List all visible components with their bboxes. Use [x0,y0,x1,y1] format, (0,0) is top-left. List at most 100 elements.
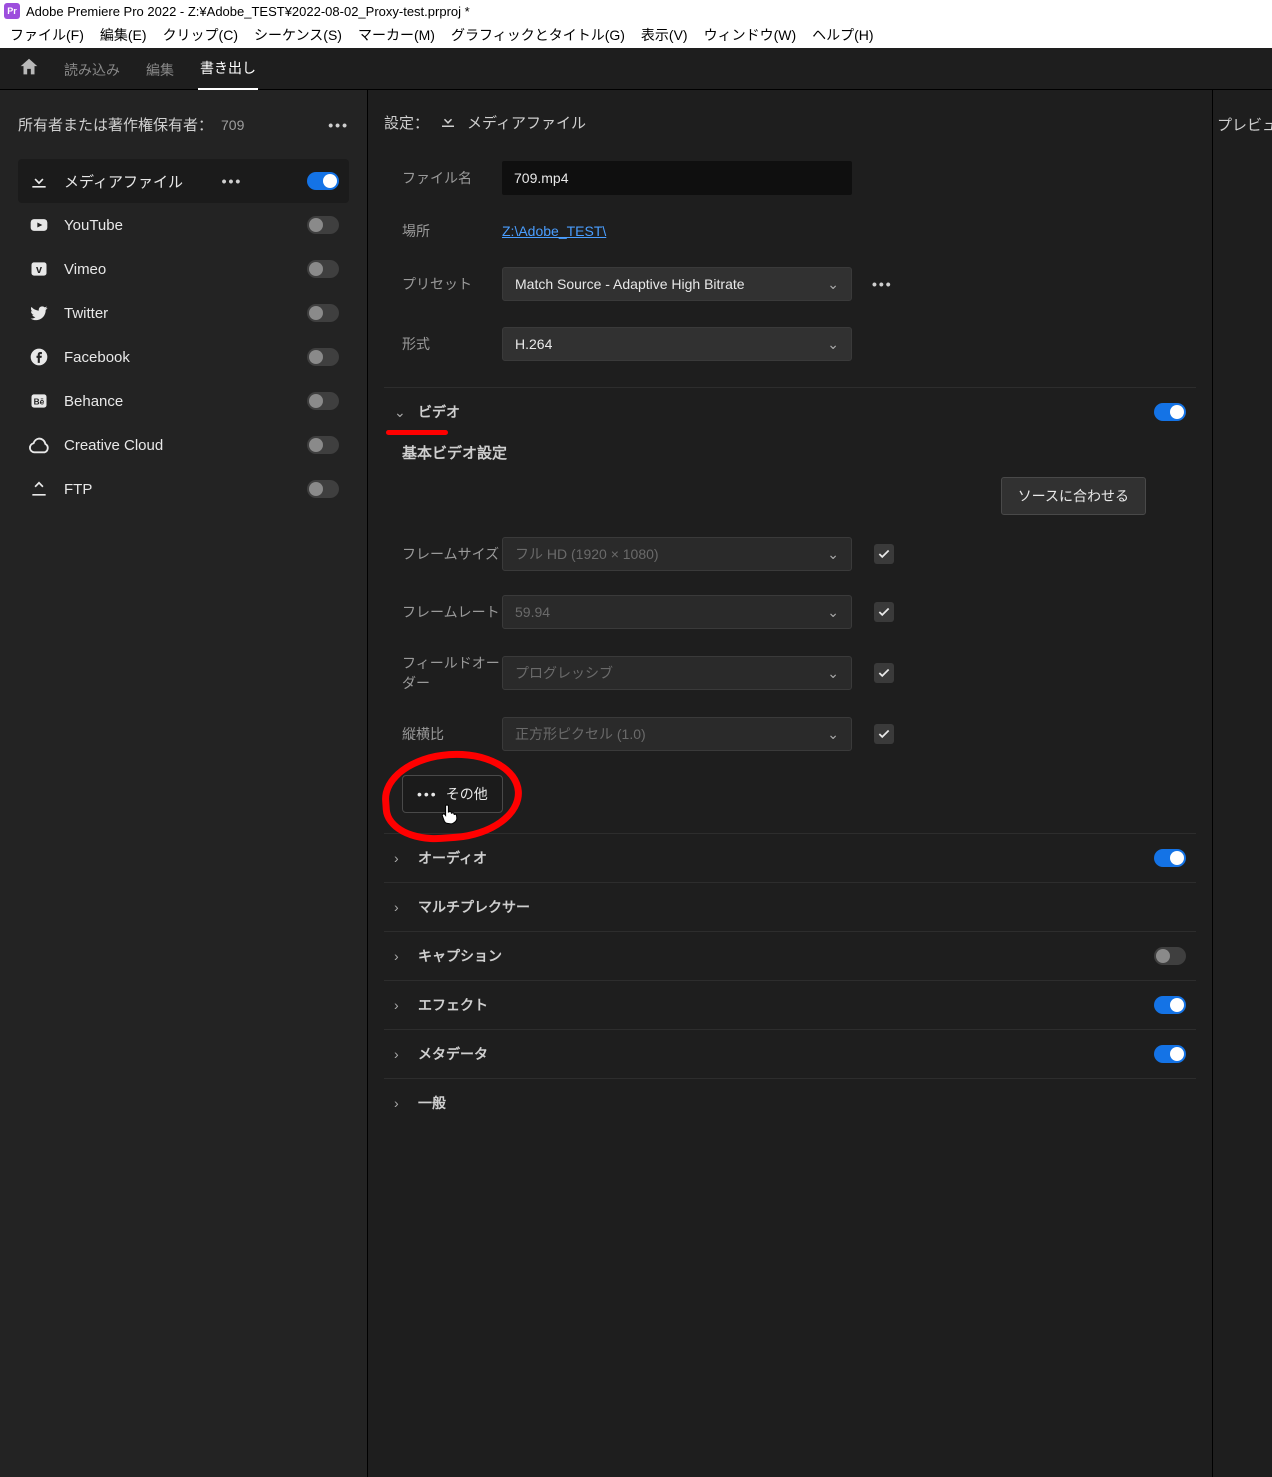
dest-toggle[interactable] [307,216,339,234]
section-toggle[interactable] [1154,996,1186,1014]
menu-edit[interactable]: 編集(E) [92,23,155,47]
menu-clip[interactable]: クリップ(C) [155,23,246,47]
chevron-down-icon: ⌄ [827,665,839,682]
section-header-caption[interactable]: › キャプション [384,932,1196,980]
titlebar: Pr Adobe Premiere Pro 2022 - Z:¥Adobe_TE… [0,0,1272,22]
section-header-video[interactable]: ⌄ ビデオ [384,388,1196,436]
menu-sequence[interactable]: シーケンス(S) [246,23,350,47]
dest-label: Vimeo [64,261,106,278]
section-toggle[interactable] [1154,1045,1186,1063]
frame-size-select[interactable]: フル HD (1920 × 1080) ⌄ [502,537,852,571]
settings-panel: 設定： メディアファイル ファイル名 場所 Z:\Adobe_TEST\ プリセ… [368,90,1212,1477]
menu-marker[interactable]: マーカー(M) [350,23,443,47]
section-mux: › マルチプレクサー [384,882,1196,931]
preset-select[interactable]: Match Source - Adaptive High Bitrate ⌄ [502,267,852,301]
menu-help[interactable]: ヘルプ(H) [804,23,881,47]
frame-size-value: フル HD (1920 × 1080) [515,544,659,564]
field-order-check[interactable] [874,663,894,683]
section-effect: › エフェクト [384,980,1196,1029]
dest-toggle[interactable] [307,480,339,498]
dest-ftp[interactable]: FTP [18,467,349,511]
location-link[interactable]: Z:\Adobe_TEST\ [502,223,606,239]
vimeo-icon: v [28,258,50,280]
dest-behance[interactable]: Bē Behance [18,379,349,423]
frame-size-label: フレームサイズ [402,544,502,564]
chevron-down-icon: ⌄ [827,546,839,563]
dest-toggle[interactable] [307,436,339,454]
tab-export[interactable]: 書き出し [198,46,258,91]
match-source-button[interactable]: ソースに合わせる [1001,477,1146,515]
chevron-right-icon: › [394,997,408,1013]
section-toggle[interactable] [1154,947,1186,965]
dest-facebook[interactable]: Facebook [18,335,349,379]
section-toggle[interactable] [1154,403,1186,421]
chevron-right-icon: › [394,1095,408,1111]
preset-label: プリセット [402,274,502,294]
section-header-mux[interactable]: › マルチプレクサー [384,883,1196,931]
section-header-effect[interactable]: › エフェクト [384,981,1196,1029]
dest-creative-cloud[interactable]: Creative Cloud [18,423,349,467]
format-select[interactable]: H.264 ⌄ [502,327,852,361]
dest-more-icon[interactable]: ••• [222,173,243,189]
file-name-input[interactable] [502,161,852,195]
section-toggle[interactable] [1154,849,1186,867]
dest-toggle[interactable] [307,172,339,190]
dest-label: Facebook [64,349,130,366]
section-header-general[interactable]: › 一般 [384,1079,1196,1127]
section-label: 一般 [418,1093,446,1113]
chevron-down-icon: ⌄ [827,336,839,353]
menu-file[interactable]: ファイル(F) [2,23,92,47]
settings-dest-name: メディアファイル [467,112,586,133]
owner-more-icon[interactable]: ••• [328,117,349,133]
dest-vimeo[interactable]: v Vimeo [18,247,349,291]
creative-cloud-icon [28,434,50,456]
top-tabs: 読み込み 編集 書き出し [0,48,1272,90]
menu-graphics[interactable]: グラフィックとタイトル(G) [443,23,633,47]
dest-toggle[interactable] [307,260,339,278]
chevron-down-icon: ⌄ [827,726,839,743]
svg-text:Bē: Bē [34,396,45,406]
menu-view[interactable]: 表示(V) [633,23,696,47]
dest-label: Twitter [64,305,108,322]
behance-icon: Bē [28,390,50,412]
destinations-panel: 所有者または著作権保有者： 709 ••• メディアファイル ••• YouTu… [0,90,368,1477]
dest-toggle[interactable] [307,392,339,410]
chevron-down-icon: ⌄ [827,276,839,293]
aspect-select[interactable]: 正方形ピクセル (1.0)⌄ [502,717,852,751]
window-title: Adobe Premiere Pro 2022 - Z:¥Adobe_TEST¥… [26,4,470,19]
aspect-check[interactable] [874,724,894,744]
section-label: メタデータ [418,1044,488,1064]
chevron-right-icon: › [394,1046,408,1062]
dest-twitter[interactable]: Twitter [18,291,349,335]
menubar: ファイル(F) 編集(E) クリップ(C) シーケンス(S) マーカー(M) グ… [0,22,1272,48]
dest-toggle[interactable] [307,304,339,322]
chevron-down-icon: ⌄ [394,404,408,421]
more-button-label: その他 [446,784,488,804]
dest-label: メディアファイル [64,171,183,192]
section-header-audio[interactable]: › オーディオ [384,834,1196,882]
dest-youtube[interactable]: YouTube [18,203,349,247]
menu-window[interactable]: ウィンドウ(W) [696,23,805,47]
owner-label: 所有者または著作権保有者： [18,114,213,135]
home-icon[interactable] [18,56,40,81]
section-metadata: › メタデータ [384,1029,1196,1078]
section-label: キャプション [418,946,502,966]
field-order-select[interactable]: プログレッシブ ⌄ [502,656,852,690]
chevron-right-icon: › [394,948,408,964]
section-general: › 一般 [384,1078,1196,1127]
settings-label: 設定： [384,112,429,133]
field-order-value: プログレッシブ [515,663,613,683]
tab-edit[interactable]: 編集 [144,48,176,90]
frame-size-check[interactable] [874,544,894,564]
twitter-icon [28,302,50,324]
tab-import[interactable]: 読み込み [62,48,122,90]
dest-toggle[interactable] [307,348,339,366]
dest-media-file[interactable]: メディアファイル ••• [18,159,349,203]
preset-more-icon[interactable]: ••• [872,276,893,292]
format-value: H.264 [515,336,552,352]
annotation-underline [386,430,448,435]
frame-rate-select[interactable]: 59.94⌄ [502,595,852,629]
preview-panel: プレビュ [1212,90,1272,1477]
frame-rate-check[interactable] [874,602,894,622]
section-header-metadata[interactable]: › メタデータ [384,1030,1196,1078]
